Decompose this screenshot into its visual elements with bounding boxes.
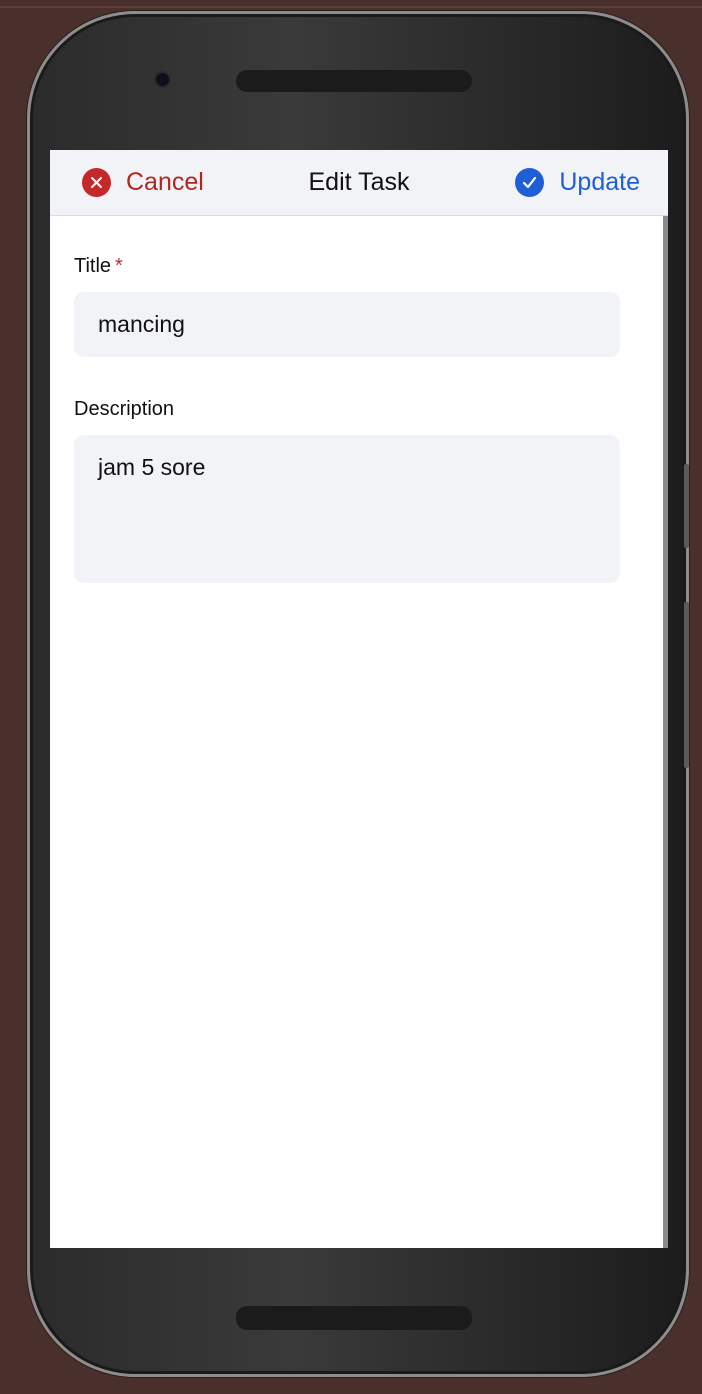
close-circle-icon (82, 168, 111, 197)
cancel-button[interactable]: Cancel (82, 150, 204, 215)
earpiece-speaker (236, 70, 472, 92)
front-camera (156, 73, 169, 86)
edit-task-header: Edit Task Cancel Update (50, 150, 668, 216)
check-circle-icon (515, 168, 545, 197)
update-button[interactable]: Update (515, 150, 640, 215)
title-input[interactable]: mancing (74, 292, 620, 357)
scrollbar[interactable] (663, 216, 668, 1248)
bottom-speaker (236, 1306, 472, 1330)
app-screen: Edit Task Cancel Update Title * mancing D… (50, 150, 668, 1248)
description-textarea[interactable]: jam 5 sore (74, 435, 620, 583)
window-top-rule (0, 6, 702, 8)
update-button-label: Update (559, 168, 640, 196)
volume-button (684, 464, 689, 548)
title-label-text: Title (74, 255, 112, 277)
description-field-label: Description (74, 398, 175, 420)
required-marker: * (115, 255, 123, 277)
title-field-label: Title * (74, 255, 123, 278)
cancel-button-label: Cancel (126, 168, 204, 196)
power-button (684, 602, 689, 768)
